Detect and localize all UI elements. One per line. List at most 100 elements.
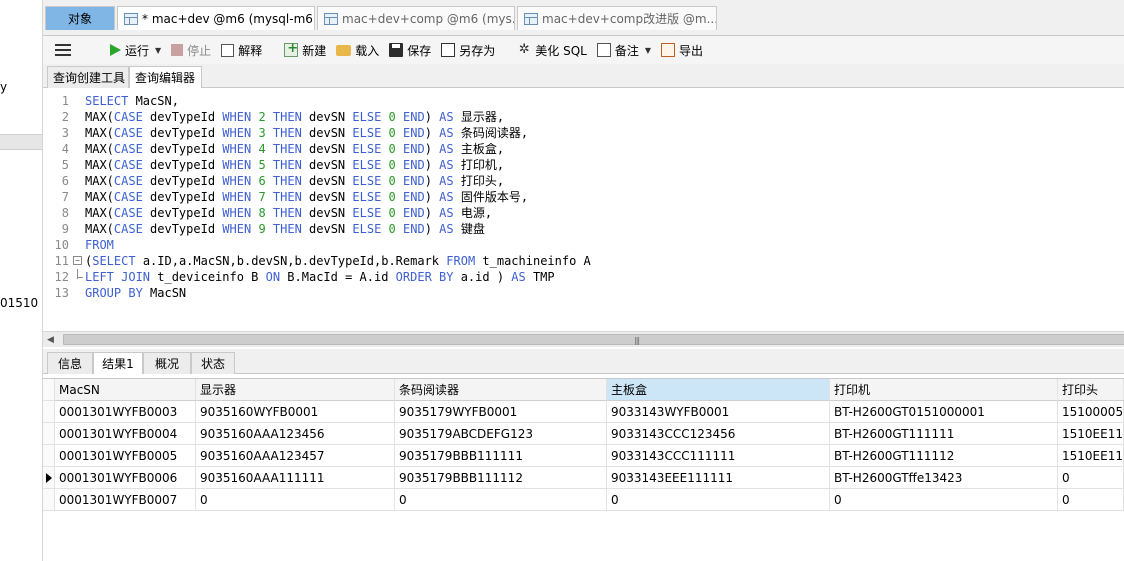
grid-cell[interactable]: 0 <box>395 489 607 511</box>
beautify-sql-button[interactable]: ✲ 美化 SQL <box>512 39 592 61</box>
new-button[interactable]: 新建 <box>279 39 331 61</box>
object-panel-divider <box>0 134 42 150</box>
table-row[interactable]: 0001301WYFB0006 9035160AAA111111 9035179… <box>43 467 1124 489</box>
column-header[interactable]: 主板盒 <box>607 379 830 401</box>
result-grid[interactable]: MacSN 显示器 条码阅读器 主板盒 打印机 打印头 0001301WYFB0… <box>43 378 1124 561</box>
tab-info[interactable]: 信息 <box>47 352 93 374</box>
note-button[interactable]: 备注 ▼ <box>592 39 656 61</box>
chevron-down-icon[interactable]: ▼ <box>645 46 651 55</box>
grid-cell[interactable]: BT-H2600GT0151000001 <box>830 401 1058 423</box>
grid-header-row: MacSN 显示器 条码阅读器 主板盒 打印机 打印头 <box>43 379 1124 401</box>
grid-cell[interactable]: 9035179WYFB0001 <box>395 401 607 423</box>
grid-cell[interactable]: 0 <box>830 489 1058 511</box>
document-tab-bar: 对象 * mac+dev @m6 (mysql-m6... mac+dev+co… <box>43 0 1124 36</box>
grid-cell[interactable]: 0 <box>607 489 830 511</box>
table-row[interactable]: 0001301WYFB0007 0 0 0 0 0 <box>43 489 1124 511</box>
tab-label: 状态 <box>200 357 225 371</box>
line-number: 13 <box>54 286 69 300</box>
current-row-marker[interactable] <box>43 467 55 489</box>
grid-cell[interactable]: BT-H2600GT111112 <box>830 445 1058 467</box>
grid-cell[interactable]: 9035179BBB111112 <box>395 467 607 489</box>
query-toolbar: 运行 ▼ 停止 解释 新建 载入 保存 另存为 ✲ <box>43 36 1124 64</box>
object-panel-fragment: 01510 <box>0 296 39 310</box>
row-marker <box>43 379 55 401</box>
tab-query-editor[interactable]: 查询编辑器 <box>129 66 202 88</box>
note-label: 备注 <box>614 43 639 58</box>
grid-cell[interactable]: 0 <box>1058 489 1124 511</box>
code-line: FROM <box>85 238 114 252</box>
grid-cell[interactable]: 9035160AAA123457 <box>196 445 395 467</box>
table-row[interactable]: 0001301WYFB0004 9035160AAA123456 9035179… <box>43 423 1124 445</box>
grid-cell[interactable]: 9035160AAA123456 <box>196 423 395 445</box>
grid-cell[interactable]: 9035179BBB111111 <box>395 445 607 467</box>
grid-cell[interactable]: 9033143EEE111111 <box>607 467 830 489</box>
sql-editor[interactable]: 1 SELECT MacSN, 2 MAX(CASE devTypeId WHEN … <box>43 89 1124 331</box>
tab-query-builder[interactable]: 查询创建工具 <box>47 66 129 88</box>
export-button[interactable]: 导出 <box>656 39 708 61</box>
result-tab-bar: 信息 结果1 概况 状态 <box>43 349 1124 374</box>
save-button[interactable]: 保存 <box>384 39 436 61</box>
menu-icon[interactable] <box>55 44 71 56</box>
tab-label: 结果1 <box>102 357 134 371</box>
explain-label: 解释 <box>238 43 263 58</box>
tab-label: mac+dev+comp改进版 @m... <box>542 12 717 26</box>
grid-cell[interactable]: 1510EE111 <box>1058 445 1124 467</box>
grid-cell[interactable]: 9033143CCC123456 <box>607 423 830 445</box>
column-header[interactable]: 打印机 <box>830 379 1058 401</box>
line-number: 7 <box>61 190 69 204</box>
grid-cell[interactable]: 9033143CCC111111 <box>607 445 830 467</box>
load-button[interactable]: 载入 <box>331 39 384 61</box>
query-table-icon <box>124 12 138 25</box>
grid-cell[interactable]: 0001301WYFB0005 <box>55 445 196 467</box>
grid-cell[interactable]: 1510EE111 <box>1058 423 1124 445</box>
grid-cell[interactable]: 9035179ABCDEFG123 <box>395 423 607 445</box>
scroll-left-icon[interactable]: ◀ <box>47 335 54 345</box>
grid-cell[interactable]: 151000050 <box>1058 401 1124 423</box>
tab-overview[interactable]: 概况 <box>143 352 191 374</box>
grid-cell[interactable]: 9035160AAA111111 <box>196 467 395 489</box>
column-header[interactable]: MacSN <box>55 379 196 401</box>
grid-cell[interactable]: 0 <box>1058 467 1124 489</box>
table-row[interactable]: 0001301WYFB0003 9035160WYFB0001 9035179W… <box>43 401 1124 423</box>
tab-query-mac-dev-comp-improved[interactable]: mac+dev+comp改进版 @m... <box>517 6 717 30</box>
grid-cell[interactable]: 0001301WYFB0004 <box>55 423 196 445</box>
grid-cell[interactable]: BT-H2600GTffe13423 <box>830 467 1058 489</box>
table-row[interactable]: 0001301WYFB0005 9035160AAA123457 9035179… <box>43 445 1124 467</box>
grid-cell[interactable]: 0001301WYFB0007 <box>55 489 196 511</box>
row-marker[interactable] <box>43 423 55 445</box>
run-button[interactable]: 运行 ▼ <box>105 39 166 61</box>
grid-cell[interactable]: BT-H2600GT111111 <box>830 423 1058 445</box>
scrollbar-thumb[interactable]: ||| <box>63 334 1124 345</box>
grid-cell[interactable]: 0001301WYFB0003 <box>55 401 196 423</box>
tab-objects[interactable]: 对象 <box>45 6 115 30</box>
editor-horizontal-scrollbar[interactable]: ◀ ||| <box>43 331 1124 347</box>
tab-query-mac-dev-comp[interactable]: mac+dev+comp @m6 (mys... <box>317 6 515 30</box>
grid-cell[interactable]: 0 <box>196 489 395 511</box>
row-marker[interactable] <box>43 445 55 467</box>
row-marker[interactable] <box>43 401 55 423</box>
tab-label: 查询编辑器 <box>135 71 196 85</box>
grid-cell[interactable]: 0001301WYFB0006 <box>55 467 196 489</box>
magic-wand-icon: ✲ <box>518 42 530 57</box>
save-icon <box>389 43 404 57</box>
column-header[interactable]: 条码阅读器 <box>395 379 607 401</box>
line-number: 6 <box>61 174 69 188</box>
chevron-down-icon[interactable]: ▼ <box>155 46 161 55</box>
grid-cell[interactable]: 9035160WYFB0001 <box>196 401 395 423</box>
column-header[interactable]: 显示器 <box>196 379 395 401</box>
save-label: 保存 <box>407 43 432 58</box>
new-query-icon <box>284 41 299 57</box>
tab-status[interactable]: 状态 <box>191 352 235 374</box>
save-as-button[interactable]: 另存为 <box>436 39 500 61</box>
load-label: 载入 <box>355 43 380 58</box>
row-marker[interactable] <box>43 489 55 511</box>
new-label: 新建 <box>302 43 327 58</box>
tab-query-mac-dev[interactable]: * mac+dev @m6 (mysql-m6... <box>117 6 315 30</box>
stop-label: 停止 <box>187 43 212 58</box>
column-header[interactable]: 打印头 <box>1058 379 1124 401</box>
explain-button[interactable]: 解释 <box>216 39 267 61</box>
stop-button[interactable]: 停止 <box>166 39 216 61</box>
grid-cell[interactable]: 9033143WYFB0001 <box>607 401 830 423</box>
fold-toggle-icon[interactable]: − <box>73 256 82 265</box>
tab-result1[interactable]: 结果1 <box>93 352 143 374</box>
